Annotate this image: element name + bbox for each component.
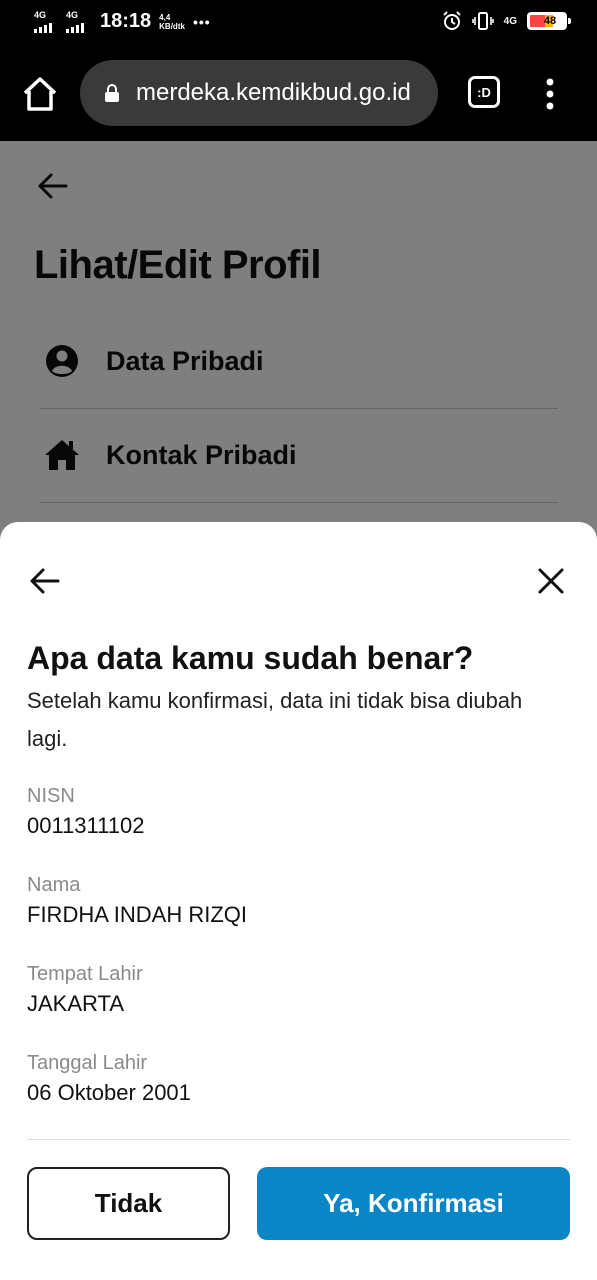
field-label: Tempat Lahir xyxy=(27,963,143,985)
tab-switcher-button[interactable]: :D xyxy=(468,76,500,108)
network-speed-unit: KB/dtk xyxy=(159,21,185,31)
lock-icon xyxy=(105,84,119,102)
close-icon[interactable] xyxy=(536,566,566,596)
field-label: Nama xyxy=(27,874,81,896)
divider xyxy=(27,1139,570,1140)
browser-toolbar: merdeka.kemdikbud.go.id :D xyxy=(0,44,597,141)
battery-level: 48 xyxy=(543,15,557,27)
cancel-button[interactable]: Tidak xyxy=(27,1167,230,1240)
url-text: merdeka.kemdikbud.go.id xyxy=(136,79,411,106)
confirmation-sheet: Apa data kamu sudah benar? Setelah kamu … xyxy=(0,522,597,1280)
field-value: FIRDHA INDAH RIZQI xyxy=(27,902,248,927)
alarm-icon xyxy=(442,11,461,30)
lte-label: 4G xyxy=(503,15,517,27)
field-label: NISN xyxy=(27,785,75,807)
field-value: 0011311102 xyxy=(27,813,145,838)
field-tempat-lahir: Tempat Lahir JAKARTA xyxy=(27,961,143,1021)
more-vert-icon[interactable] xyxy=(540,74,560,114)
field-nama: Nama FIRDHA INDAH RIZQI xyxy=(27,872,247,932)
vibrate-icon xyxy=(471,12,494,30)
dialog-title: Apa data kamu sudah benar? xyxy=(27,640,474,676)
field-value: 06 Oktober 2001 xyxy=(27,1080,191,1105)
clock: 18:18 xyxy=(100,10,152,32)
network-type-label: 4G xyxy=(34,9,47,20)
home-icon[interactable] xyxy=(20,74,60,114)
field-label: Tanggal Lahir xyxy=(27,1052,148,1074)
network-speed-value: 4,4 xyxy=(159,12,171,22)
network-speed: 4,4 KB/dtk xyxy=(159,13,185,31)
confirm-button[interactable]: Ya, Konfirmasi xyxy=(257,1167,570,1240)
battery-icon: 48 xyxy=(527,12,571,30)
dialog-description: Setelah kamu konfirmasi, data ini tidak … xyxy=(27,688,523,751)
network-type-label: 4G xyxy=(66,9,79,20)
signal-icon: 4G xyxy=(66,9,90,33)
field-value: JAKARTA xyxy=(27,991,124,1016)
field-nisn: NISN 0011311102 xyxy=(27,783,144,843)
more-notifications-icon: ••• xyxy=(192,13,211,30)
back-arrow-icon[interactable] xyxy=(28,566,62,596)
field-tanggal-lahir: Tanggal Lahir 06 Oktober 2001 xyxy=(27,1050,191,1110)
signal-icon: 4G xyxy=(34,9,58,33)
address-bar[interactable]: merdeka.kemdikbud.go.id xyxy=(80,60,438,126)
status-bar: 4G 4G 18:18 4,4 KB/dtk ••• 4G 48 xyxy=(0,0,597,44)
